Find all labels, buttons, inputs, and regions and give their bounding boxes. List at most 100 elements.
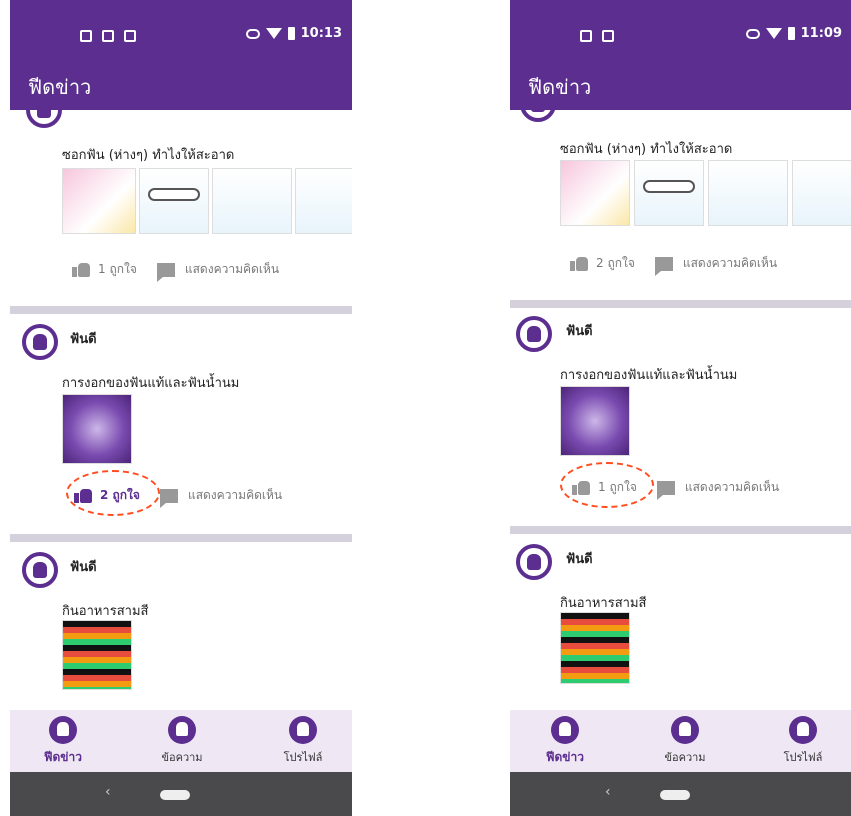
back-icon[interactable]: ‹ [605,784,611,800]
post-image[interactable] [212,168,292,234]
post-actions: 1 ถูกใจ แสดงความคิดเห็น [572,478,779,500]
nav-messages-label: ข้อความ [664,751,706,764]
nav-feed-label: ฟีดข่าว [44,750,82,764]
author-avatar[interactable] [26,110,62,128]
nav-profile[interactable]: โปรไฟล์ [268,716,338,766]
image-notification-icon [80,30,92,42]
status-bar: 11:09 [510,0,851,60]
tooth-icon [33,334,47,350]
post-actions: 2 ถูกใจ แสดงความคิดเห็น [570,254,777,276]
comment-button[interactable]: แสดงความคิดเห็น [188,486,282,505]
like-icon[interactable] [74,488,92,503]
status-time: 11:09 [800,26,842,41]
nav-messages[interactable]: ข้อความ [650,716,720,766]
status-bar: 10:13 [10,0,352,60]
system-navigation-bar: ‹ [10,772,352,816]
post-image[interactable] [62,620,132,690]
like-icon[interactable] [570,256,588,271]
tooth-icon [289,716,317,744]
phone-screen-left: 10:13 ฟีดข่าว ซอกฟัน (ห่างๆ) ทำไงให้สะอา… [10,0,352,816]
author-name[interactable]: ฟันดี [70,328,97,349]
app-bar-title: ฟีดข่าว [10,60,352,110]
tooth-icon [168,716,196,744]
author-avatar[interactable] [22,324,58,360]
comment-icon[interactable] [654,256,673,276]
status-right: 10:13 [245,26,342,41]
tooth-icon [531,110,545,112]
home-pill-button[interactable] [160,790,190,800]
status-time: 10:13 [300,26,342,41]
like-button[interactable]: 1 ถูกใจ [98,260,137,279]
post-image[interactable] [560,612,630,684]
nav-messages[interactable]: ข้อความ [147,716,217,766]
post-image[interactable] [560,160,630,226]
tooth-icon [789,716,817,744]
news-feed[interactable]: ซอกฟัน (ห่างๆ) ทำไงให้สะอาด 2 ถูกใจ แสดง… [510,110,851,710]
tooth-icon [527,326,541,342]
like-icon[interactable] [72,262,90,277]
like-button[interactable]: 2 ถูกใจ [100,486,140,505]
post-image[interactable] [560,386,630,456]
nav-messages-label: ข้อความ [161,751,203,764]
author-name[interactable]: ฟันดี [70,556,97,577]
file-notification-icon [602,30,614,42]
post-image[interactable] [62,394,132,464]
post-actions: 1 ถูกใจ แสดงความคิดเห็น [72,260,279,282]
phone-screen-right: 11:09 ฟีดข่าว ซอกฟัน (ห่างๆ) ทำไงให้สะอา… [510,0,851,816]
post-image[interactable] [62,168,136,234]
battery-icon [787,27,795,40]
bottom-navigation: ฟีดข่าว ข้อความ โปรไฟล์ [10,710,352,772]
home-pill-button[interactable] [660,790,690,800]
author-name[interactable]: ฟันดี [566,548,593,569]
battery-icon [287,27,295,40]
comment-icon[interactable] [656,480,675,500]
nav-feed[interactable]: ฟีดข่าว [28,716,98,767]
vibrate-icon [245,28,260,39]
post-text: การงอกของฟันแท้และฟันน้ำนม [560,368,738,383]
comment-button[interactable]: แสดงความคิดเห็น [685,478,779,497]
post-divider [510,300,851,308]
post-text: การงอกของฟันแท้และฟันน้ำนม [62,376,240,391]
post-image[interactable] [634,160,704,226]
comment-button[interactable]: แสดงความคิดเห็น [683,254,777,273]
nav-feed-label: ฟีดข่าว [546,750,584,764]
author-avatar[interactable] [516,316,552,352]
like-icon[interactable] [572,480,590,495]
post-actions: 2 ถูกใจ แสดงความคิดเห็น [74,486,282,508]
tooth-icon [527,554,541,570]
post-image[interactable] [792,160,851,226]
tooth-icon [49,716,77,744]
app-bar-title: ฟีดข่าว [510,60,851,110]
tooth-icon [33,562,47,578]
author-avatar[interactable] [520,110,556,122]
author-avatar[interactable] [22,552,58,588]
like-button[interactable]: 2 ถูกใจ [596,254,635,273]
author-name[interactable]: ฟันดี [566,320,593,341]
post-image[interactable] [708,160,788,226]
status-right: 11:09 [745,26,842,41]
post-image[interactable] [139,168,209,234]
notification-icons [580,30,614,42]
comment-button[interactable]: แสดงความคิดเห็น [185,260,279,279]
news-feed[interactable]: ซอกฟัน (ห่างๆ) ทำไงให้สะอาด 1 ถูกใจ แสดง… [10,110,352,710]
file-notification-icon [102,30,114,42]
back-icon[interactable]: ‹ [105,784,111,800]
nav-profile-label: โปรไฟล์ [283,751,323,764]
comment-icon[interactable] [159,488,178,508]
like-button[interactable]: 1 ถูกใจ [598,478,637,497]
post-text: กินอาหารสามสี [560,596,647,611]
author-avatar[interactable] [516,544,552,580]
post-image[interactable] [295,168,352,234]
post-text: ซอกฟัน (ห่างๆ) ทำไงให้สะอาด [560,142,733,157]
post-text: กินอาหารสามสี [62,604,149,619]
vibrate-icon [745,28,760,39]
file-notification-icon [124,30,136,42]
wifi-icon [265,28,282,39]
tooth-icon [37,110,51,118]
bottom-navigation: ฟีดข่าว ข้อความ โปรไฟล์ [510,710,851,772]
nav-feed[interactable]: ฟีดข่าว [530,716,600,767]
post-divider [10,534,352,542]
file-notification-icon [580,30,592,42]
comment-icon[interactable] [156,262,175,282]
nav-profile[interactable]: โปรไฟล์ [768,716,838,766]
